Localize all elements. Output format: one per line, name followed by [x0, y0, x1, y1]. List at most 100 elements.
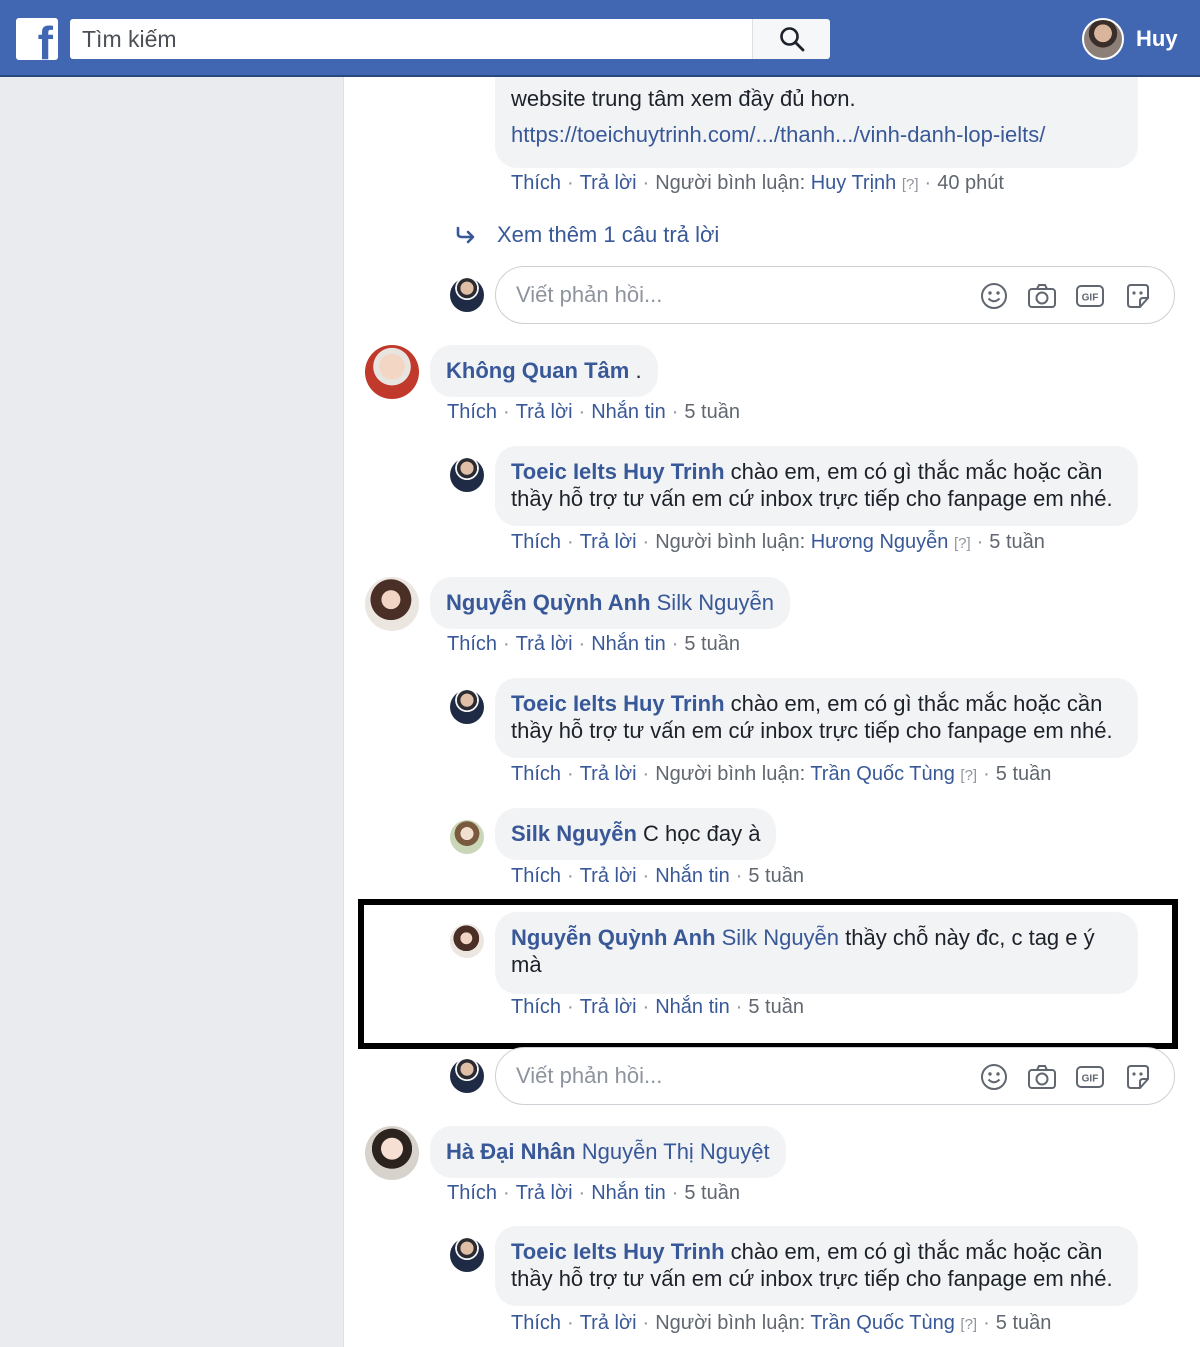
- my-avatar: [450, 278, 484, 312]
- reply-input[interactable]: [496, 267, 956, 323]
- reply-arrow-icon: [456, 226, 475, 244]
- comment-bubble: Không Quan Tâm .: [430, 345, 658, 397]
- sticker-icon[interactable]: [1122, 1061, 1154, 1093]
- commenter-label: Người bình luận:: [655, 172, 806, 194]
- reply-actions: Thích · Trả lời · Người bình luận: Trần Quốc…: [511, 1312, 1052, 1334]
- commenter-avatar[interactable]: [365, 1126, 419, 1180]
- comment-time[interactable]: 5 tuần: [684, 401, 740, 423]
- emoji-icon[interactable]: [978, 1061, 1010, 1093]
- commenter-name[interactable]: Huy Trịnh: [811, 172, 897, 194]
- comment-bubble: Nguyễn Quỳnh Anh Silk Nguyễn: [430, 577, 791, 629]
- comment-actions: Thích · Trả lời · Nhắn tin · 5 tuần: [447, 1182, 740, 1204]
- reply-bubble: Toeic Ielts Huy Trinh chào em, em có gì …: [495, 446, 1138, 526]
- reply-actions: Thích · Trả lời · Người bình luận: Hương Ngu…: [511, 531, 1045, 553]
- comment-author[interactable]: Nguyễn Quỳnh Anh: [446, 590, 651, 615]
- comment-time[interactable]: 5 tuần: [748, 865, 804, 887]
- see-more-label: Xem thêm 1 câu trả lời: [497, 222, 720, 247]
- comment-bubble: website trung tâm xem đầy đủ hơn. https:…: [495, 77, 1138, 168]
- gif-icon[interactable]: GIF: [1074, 1061, 1106, 1093]
- help-marker[interactable]: [?]: [960, 767, 977, 784]
- reply-text: C học đay à: [636, 821, 761, 846]
- help-marker[interactable]: [?]: [960, 1316, 977, 1333]
- help-marker[interactable]: [?]: [902, 176, 919, 193]
- profile-link[interactable]: Huy: [1082, 17, 1178, 61]
- reply-bubble: Silk Nguyễn C học đay à: [495, 808, 777, 860]
- commenter-label: Người bình luận:: [655, 531, 806, 553]
- like-link[interactable]: Thích: [511, 1312, 561, 1334]
- commenter-avatar[interactable]: [365, 577, 419, 631]
- like-link[interactable]: Thích: [511, 531, 561, 553]
- like-link[interactable]: Thích: [447, 1182, 497, 1204]
- emoji-icon[interactable]: [978, 280, 1010, 312]
- reply-link[interactable]: Trả lời: [580, 531, 637, 553]
- search-box: [70, 19, 752, 59]
- commenter-avatar[interactable]: [450, 820, 484, 854]
- profile-name: Huy: [1136, 26, 1178, 51]
- reply-bubble: Toeic Ielts Huy Trinh chào em, em có gì …: [495, 678, 1138, 758]
- page-avatar[interactable]: [450, 458, 484, 492]
- like-link[interactable]: Thích: [447, 633, 497, 655]
- comment-time[interactable]: 5 tuần: [996, 1312, 1052, 1334]
- like-link[interactable]: Thích: [447, 401, 497, 423]
- message-link[interactable]: Nhắn tin: [655, 865, 730, 887]
- svg-text:GIF: GIF: [1082, 1074, 1099, 1085]
- commenter-avatar[interactable]: [365, 345, 419, 399]
- top-navigation-bar: f Huy: [0, 0, 1200, 77]
- highlight-box: [358, 899, 1178, 1049]
- my-avatar: [450, 1059, 484, 1093]
- comment-author[interactable]: Không Quan Tâm: [446, 358, 629, 383]
- reply-link[interactable]: Trả lời: [580, 865, 637, 887]
- like-link[interactable]: Thích: [511, 763, 561, 785]
- reply-box: GIF: [495, 266, 1175, 324]
- reply-author[interactable]: Silk Nguyễn: [511, 821, 637, 846]
- comment-time[interactable]: 5 tuần: [989, 531, 1045, 553]
- gif-icon[interactable]: GIF: [1074, 280, 1106, 312]
- search-input[interactable]: [70, 19, 752, 59]
- comment-link[interactable]: https://toeichuytrinh.com/.../thanh.../v…: [511, 115, 1122, 155]
- reply-link[interactable]: Trả lời: [580, 172, 637, 194]
- camera-icon[interactable]: [1026, 280, 1058, 312]
- message-link[interactable]: Nhắn tin: [591, 401, 666, 423]
- commenter-name[interactable]: Trần Quốc Tùng: [810, 1312, 955, 1334]
- reply-link[interactable]: Trả lời: [580, 763, 637, 785]
- reply-author[interactable]: Toeic Ielts Huy Trinh: [511, 459, 725, 484]
- reply-link[interactable]: Trả lời: [516, 633, 573, 655]
- comment-bubble: Hà Đại Nhân Nguyễn Thị Nguyệt: [430, 1126, 786, 1178]
- reply-author[interactable]: Toeic Ielts Huy Trinh: [511, 691, 725, 716]
- tagged-user[interactable]: Nguyễn Thị Nguyệt: [576, 1139, 770, 1164]
- comment-actions: Thích · Trả lời · Nhắn tin · 5 tuần: [447, 401, 740, 423]
- like-link[interactable]: Thích: [511, 865, 561, 887]
- comment-time[interactable]: 5 tuần: [996, 763, 1052, 785]
- comment-actions: Thích · Trả lời · Người bình luận: Huy Trịnh…: [511, 172, 1004, 194]
- reply-link[interactable]: Trả lời: [516, 1182, 573, 1204]
- reply-actions: Thích · Trả lời · Nhắn tin · 5 tuần: [511, 865, 804, 887]
- comment-time[interactable]: 5 tuần: [684, 633, 740, 655]
- reply-actions: Thích · Trả lời · Người bình luận: Trần Quốc…: [511, 763, 1052, 785]
- commenter-name[interactable]: Hương Nguyễn: [811, 531, 949, 553]
- comment-time[interactable]: 5 tuần: [684, 1182, 740, 1204]
- page-avatar[interactable]: [450, 690, 484, 724]
- comment-author[interactable]: Hà Đại Nhân: [446, 1139, 576, 1164]
- reply-author[interactable]: Toeic Ielts Huy Trinh: [511, 1239, 725, 1264]
- reply-input[interactable]: [496, 1048, 956, 1104]
- search-button[interactable]: [752, 19, 830, 59]
- reply-bubble: Toeic Ielts Huy Trinh chào em, em có gì …: [495, 1226, 1138, 1306]
- tagged-user[interactable]: Silk Nguyễn: [651, 590, 774, 615]
- profile-avatar: [1082, 18, 1124, 60]
- svg-text:GIF: GIF: [1082, 293, 1099, 304]
- message-link[interactable]: Nhắn tin: [591, 1182, 666, 1204]
- camera-icon[interactable]: [1026, 1061, 1058, 1093]
- help-marker[interactable]: [?]: [954, 535, 971, 552]
- comment-time[interactable]: 40 phút: [937, 172, 1004, 194]
- commenter-label: Người bình luận:: [655, 763, 806, 785]
- see-more-replies[interactable]: Xem thêm 1 câu trả lời: [455, 220, 719, 250]
- page-avatar[interactable]: [450, 1238, 484, 1272]
- sticker-icon[interactable]: [1122, 280, 1154, 312]
- reply-link[interactable]: Trả lời: [516, 401, 573, 423]
- commenter-name[interactable]: Trần Quốc Tùng: [810, 763, 955, 785]
- reply-link[interactable]: Trả lời: [580, 1312, 637, 1334]
- facebook-logo-icon[interactable]: f: [16, 18, 58, 60]
- message-link[interactable]: Nhắn tin: [591, 633, 666, 655]
- like-link[interactable]: Thích: [511, 172, 561, 194]
- comment-text: website trung tâm xem đầy đủ hơn.: [511, 86, 856, 111]
